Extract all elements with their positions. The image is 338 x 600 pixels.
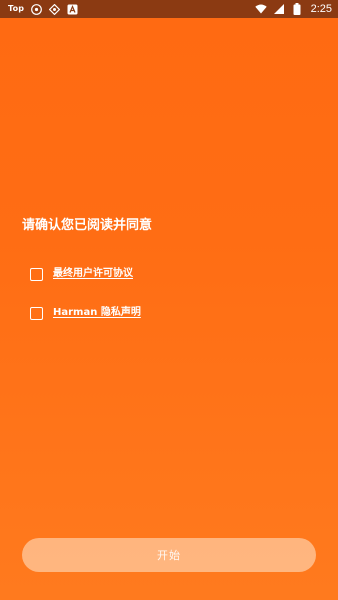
start-button[interactable]: 开始	[22, 538, 316, 572]
app-icon-2	[49, 3, 61, 15]
eula-link[interactable]: 最终用户许可协议	[53, 267, 133, 281]
privacy-link[interactable]: Harman 隐私声明	[53, 306, 141, 320]
start-button-label: 开始	[157, 549, 181, 562]
agreement-item-privacy[interactable]: Harman 隐私声明	[30, 306, 141, 320]
agreement-item-eula[interactable]: 最终用户许可协议	[30, 267, 133, 281]
eula-checkbox[interactable]	[30, 267, 43, 281]
app-icon-1	[31, 3, 43, 15]
privacy-checkbox[interactable]	[30, 306, 43, 320]
signal-icon	[273, 3, 285, 15]
font-icon	[67, 4, 78, 15]
status-left: Top	[8, 0, 78, 18]
wifi-icon	[254, 3, 267, 15]
status-app-label: Top	[8, 4, 25, 13]
confirm-title: 请确认您已阅读并同意	[22, 218, 153, 233]
status-right: 2:25	[254, 0, 332, 18]
status-time: 2:25	[310, 3, 332, 15]
status-bar: Top 2:25	[0, 0, 338, 18]
battery-icon	[291, 3, 303, 15]
